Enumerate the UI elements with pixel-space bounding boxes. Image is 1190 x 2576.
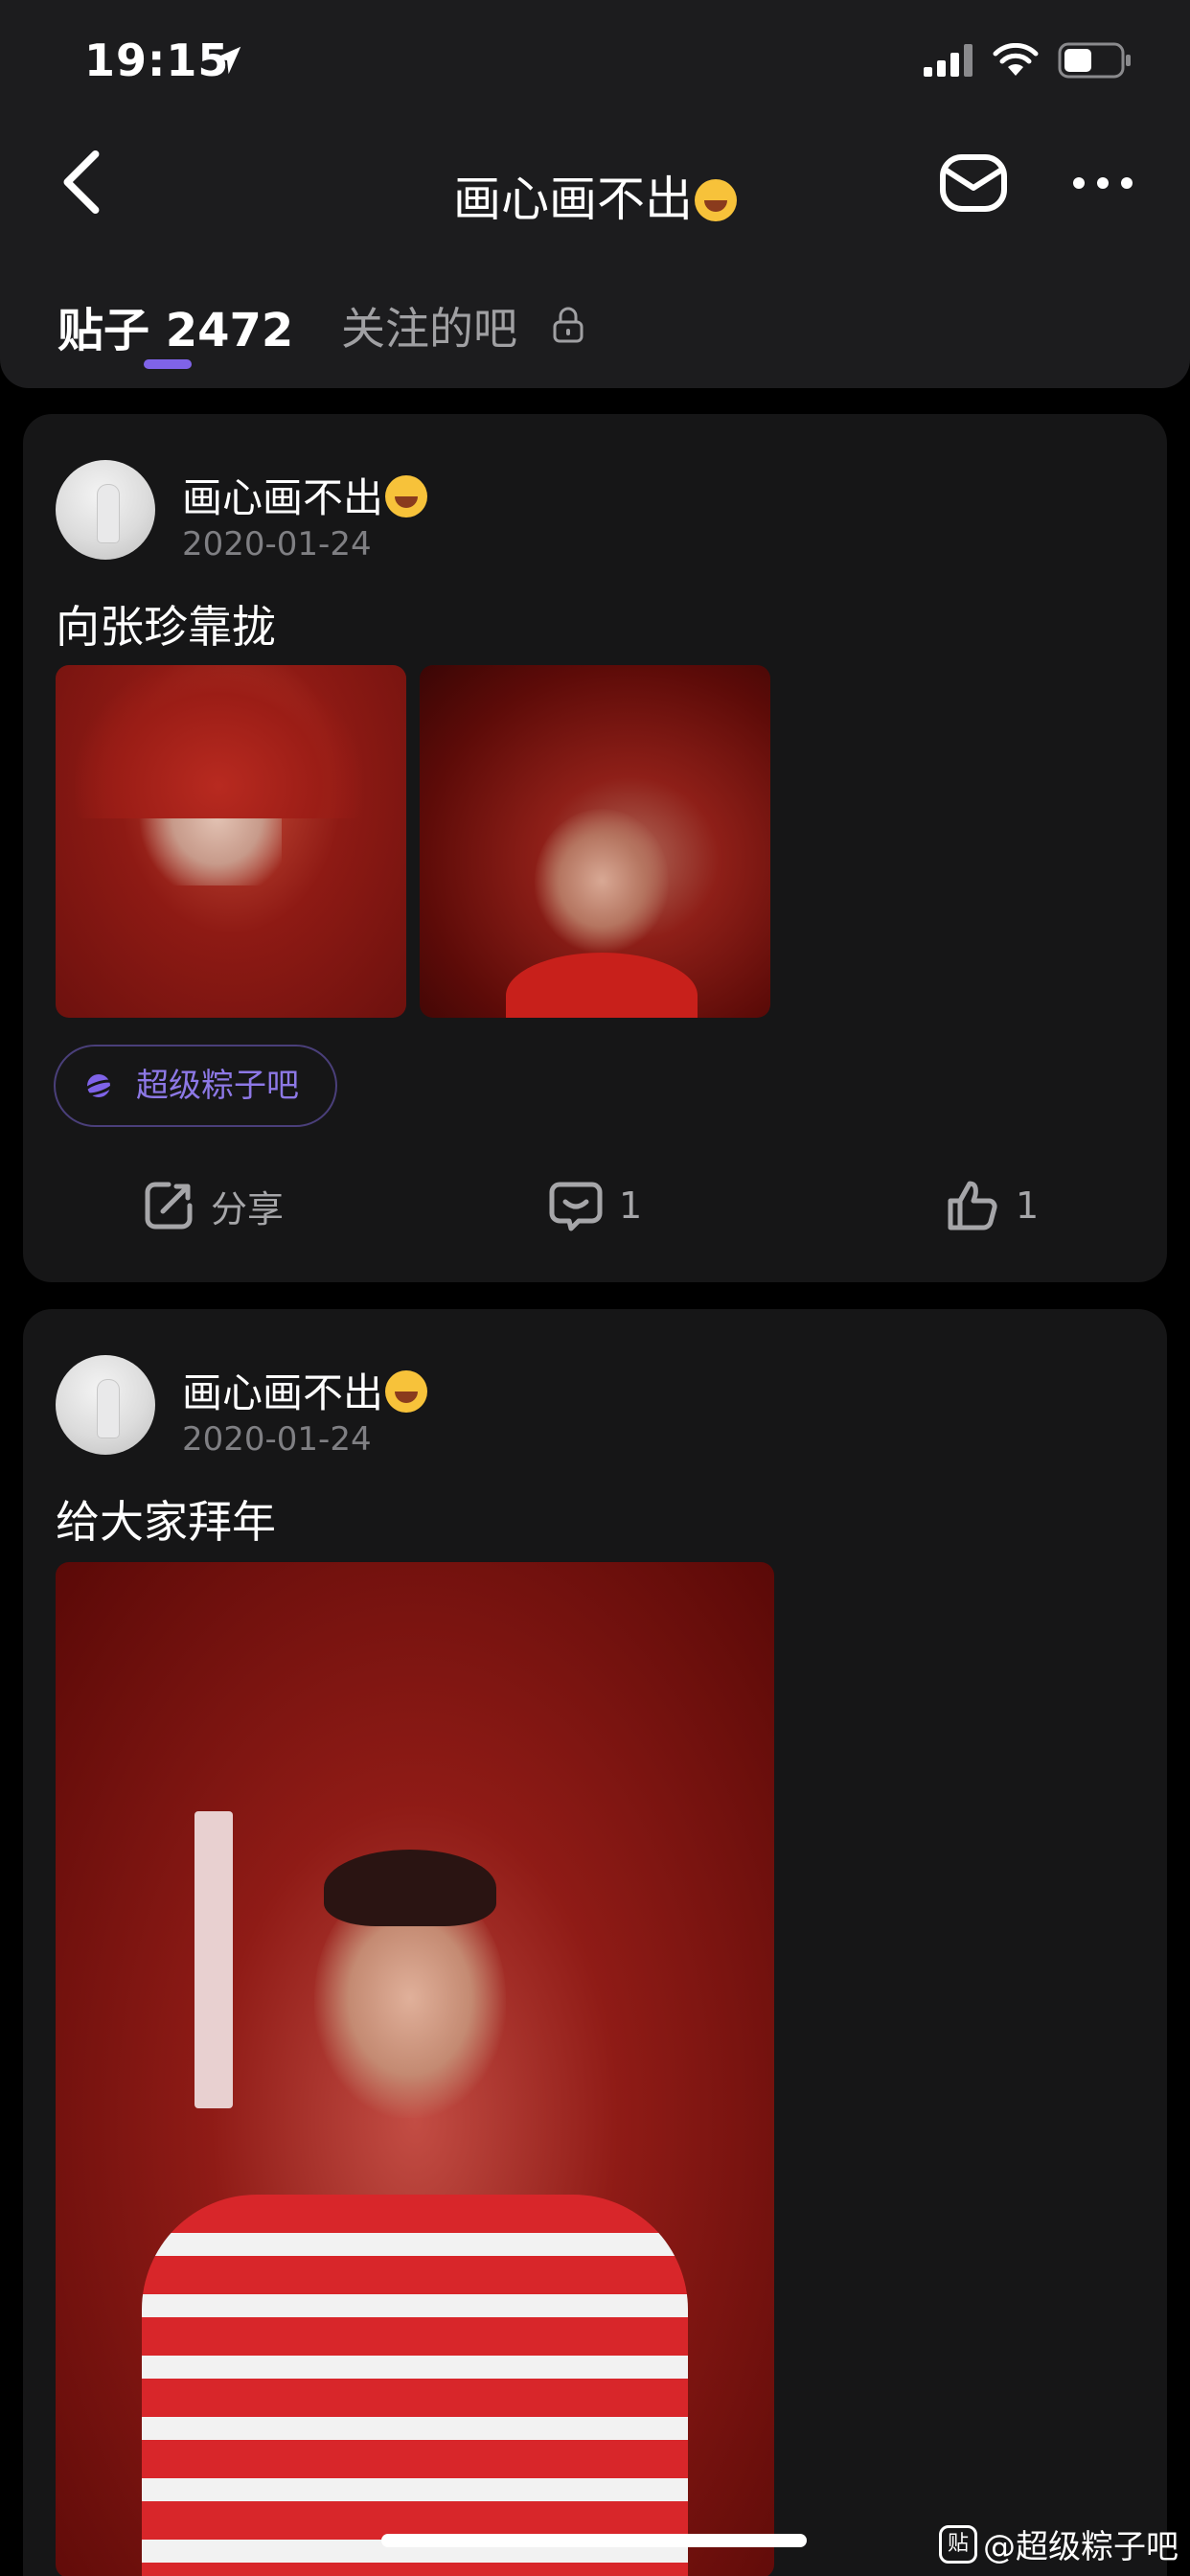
like-icon xyxy=(948,1181,997,1230)
planet-icon xyxy=(82,1074,115,1097)
more-icon[interactable] xyxy=(1071,172,1134,194)
signal-icon xyxy=(924,44,973,77)
tab-posts[interactable]: 贴子 2472 xyxy=(57,292,293,359)
lock-icon xyxy=(553,307,584,343)
page-title: 画心画不出 xyxy=(0,161,1190,230)
tab-followed-bars[interactable]: 关注的吧 xyxy=(341,294,517,357)
share-label: 分享 xyxy=(211,1187,285,1230)
status-time: 19:15 xyxy=(84,34,230,86)
post-card[interactable]: 画心画不出 2020-01-24 给大家拜年 xyxy=(23,1309,1167,2576)
bar-tag[interactable]: 超级粽子吧 xyxy=(54,1045,337,1127)
tieba-logo-icon: 贴 xyxy=(939,2524,977,2564)
like-button[interactable]: 1 xyxy=(945,1177,1039,1234)
bar-tag-label: 超级粽子吧 xyxy=(136,1067,299,1105)
like-count: 1 xyxy=(1016,1184,1040,1227)
comment-count: 1 xyxy=(619,1184,643,1227)
share-button[interactable]: 分享 xyxy=(142,1177,284,1234)
avatar[interactable] xyxy=(56,460,155,560)
post-author[interactable]: 画心画不出 xyxy=(182,466,428,524)
watermark: 贴 @超级粽子吧 xyxy=(939,2520,1179,2567)
top-bar: 19:15 画心画不出 xyxy=(0,0,1190,254)
tab-posts-count: 2472 xyxy=(165,304,294,357)
post-author[interactable]: 画心画不出 xyxy=(182,1361,428,1419)
home-indicator[interactable] xyxy=(381,2534,807,2547)
mail-icon[interactable] xyxy=(939,153,1008,213)
post-text[interactable]: 给大家拜年 xyxy=(56,1487,276,1551)
profile-tabs: 贴子 2472 关注的吧 xyxy=(0,254,1190,388)
post-image[interactable] xyxy=(56,665,406,1018)
comment-button[interactable]: 1 xyxy=(548,1177,642,1234)
laughing-emoji-icon xyxy=(385,1370,428,1413)
page-title-text: 画心画不出 xyxy=(453,172,693,227)
wifi-icon xyxy=(993,43,1039,76)
location-arrow-icon xyxy=(213,46,241,75)
laughing-emoji-icon xyxy=(695,179,737,221)
laughing-emoji-icon xyxy=(385,475,428,518)
post-date: 2020-01-24 xyxy=(182,1420,372,1459)
battery-icon xyxy=(1058,42,1131,79)
tab-posts-label: 贴子 xyxy=(57,304,150,357)
post-image[interactable] xyxy=(420,665,770,1018)
avatar[interactable] xyxy=(56,1355,155,1455)
author-name: 画心画不出 xyxy=(182,474,384,521)
share-icon xyxy=(145,1182,193,1230)
status-icons xyxy=(924,42,1133,79)
watermark-text: @超级粽子吧 xyxy=(983,2528,1179,2566)
author-name: 画心画不出 xyxy=(182,1369,384,1416)
comment-icon xyxy=(549,1182,603,1231)
post-date: 2020-01-24 xyxy=(182,525,372,564)
post-image[interactable] xyxy=(56,1562,774,2576)
post-card[interactable]: 画心画不出 2020-01-24 向张珍靠拢 超级粽子吧 分享 1 1 xyxy=(23,414,1167,1282)
post-text[interactable]: 向张珍靠拢 xyxy=(56,592,276,656)
tab-active-indicator xyxy=(144,359,192,369)
